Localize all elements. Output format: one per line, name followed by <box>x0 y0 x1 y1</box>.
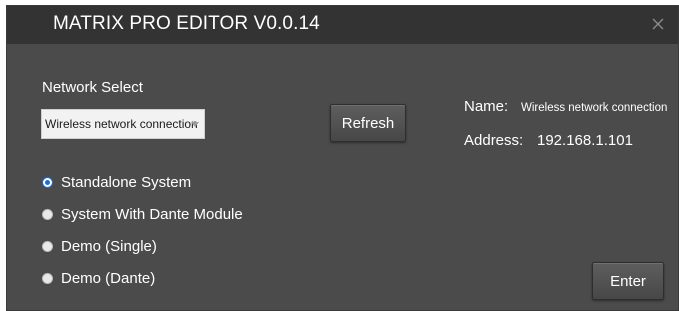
radio-button-icon[interactable] <box>42 240 53 252</box>
app-window: MATRIX PRO EDITOR V0.0.14 Network Select… <box>6 5 679 311</box>
radio-label: System With Dante Module <box>61 205 243 223</box>
enter-button[interactable]: Enter <box>592 262 664 300</box>
network-select-label: Network Select <box>42 79 143 96</box>
name-value: Wireless network connection <box>521 102 668 114</box>
radio-standalone-system[interactable]: Standalone System <box>42 172 191 192</box>
refresh-button[interactable]: Refresh <box>330 104 406 142</box>
radio-button-icon[interactable] <box>42 176 53 188</box>
network-select-value: Wireless network connection <box>45 117 198 131</box>
radio-label: Standalone System <box>61 173 192 191</box>
radio-label: Demo (Single) <box>61 237 157 255</box>
radio-button-icon[interactable] <box>42 208 53 220</box>
window-title: MATRIX PRO EDITOR V0.0.14 <box>53 13 320 34</box>
title-bar[interactable]: MATRIX PRO EDITOR V0.0.14 <box>7 6 678 44</box>
radio-label: Demo (Dante) <box>61 269 156 287</box>
radio-system-with-dante-module[interactable]: System With Dante Module <box>42 204 243 224</box>
radio-demo-dante[interactable]: Demo (Dante) <box>42 268 155 288</box>
name-label: Name: <box>464 98 509 115</box>
address-value: 192.168.1.101 <box>537 132 633 149</box>
radio-demo-single[interactable]: Demo (Single) <box>42 236 157 256</box>
close-icon[interactable] <box>648 14 668 34</box>
network-select-dropdown[interactable]: Wireless network connection <box>41 109 205 139</box>
radio-button-icon[interactable] <box>42 272 53 284</box>
chevron-down-icon <box>191 122 199 127</box>
address-label: Address: <box>464 132 524 149</box>
